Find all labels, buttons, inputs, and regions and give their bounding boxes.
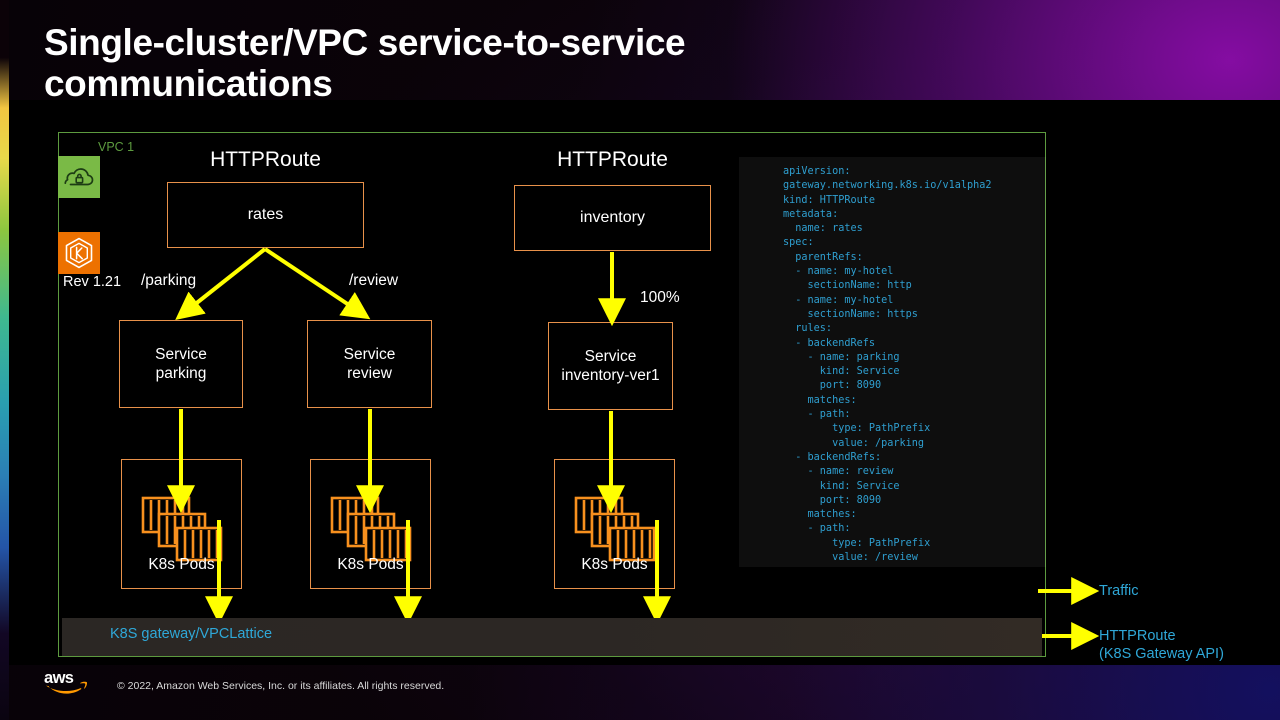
k8s-pods-label: K8s Pods	[581, 556, 648, 573]
slide-root: Single-cluster/VPC service-to-service co…	[0, 0, 1280, 720]
k8s-gateway-label: K8S gateway/VPCLattice	[110, 626, 273, 642]
aws-logo: aws	[44, 669, 94, 696]
edge-label-review: /review	[349, 272, 399, 289]
service-node-inventory-ver1[interactable]: Service inventory-ver1	[548, 322, 673, 410]
k8s-pods-label: K8s Pods	[337, 556, 404, 573]
service-node-inventory-ver1-label: Service inventory-ver1	[561, 347, 660, 384]
httproute-node-rates[interactable]: rates	[167, 182, 364, 248]
httproute-node-inventory[interactable]: inventory	[514, 185, 711, 251]
k8s-pods-icon	[330, 496, 412, 562]
service-node-parking-label: Service parking	[155, 345, 207, 382]
edge-label-parking: /parking	[141, 272, 197, 289]
legend-label-traffic: Traffic	[1099, 583, 1139, 599]
column-header-middle: HTTPRoute	[557, 148, 668, 171]
yaml-code-panel: apiVersion: gateway.networking.k8s.io/v1…	[739, 157, 1046, 567]
k8s-pods-icon	[141, 496, 223, 562]
left-edge-gradient-stripe	[0, 0, 9, 720]
vpc-cloud-lock-icon	[58, 156, 100, 198]
service-node-parking[interactable]: Service parking	[119, 320, 243, 408]
eks-revision-label: Rev 1.21	[63, 274, 122, 290]
k8s-pods-box-parking[interactable]: K8s Pods	[121, 459, 242, 589]
legend-label-httproute: HTTPRoute (K8S Gateway API)	[1099, 628, 1224, 663]
eks-hexagon-k-icon	[58, 232, 100, 274]
page-title: Single-cluster/VPC service-to-service co…	[44, 22, 686, 105]
edge-label-inventory-weight: 100%	[640, 289, 680, 306]
k8s-pods-label: K8s Pods	[148, 556, 215, 573]
footer-copyright: © 2022, Amazon Web Services, Inc. or its…	[117, 680, 445, 692]
yaml-code-text: apiVersion: gateway.networking.k8s.io/v1…	[783, 166, 992, 564]
k8s-pods-box-inventory[interactable]: K8s Pods	[554, 459, 675, 589]
service-node-review[interactable]: Service review	[307, 320, 432, 408]
k8s-pods-icon	[574, 496, 656, 562]
k8s-pods-box-review[interactable]: K8s Pods	[310, 459, 431, 589]
svg-text:aws: aws	[44, 669, 74, 687]
vpc-label: VPC 1	[98, 140, 135, 154]
service-node-review-label: Service review	[343, 345, 396, 382]
column-header-left: HTTPRoute	[210, 148, 321, 171]
